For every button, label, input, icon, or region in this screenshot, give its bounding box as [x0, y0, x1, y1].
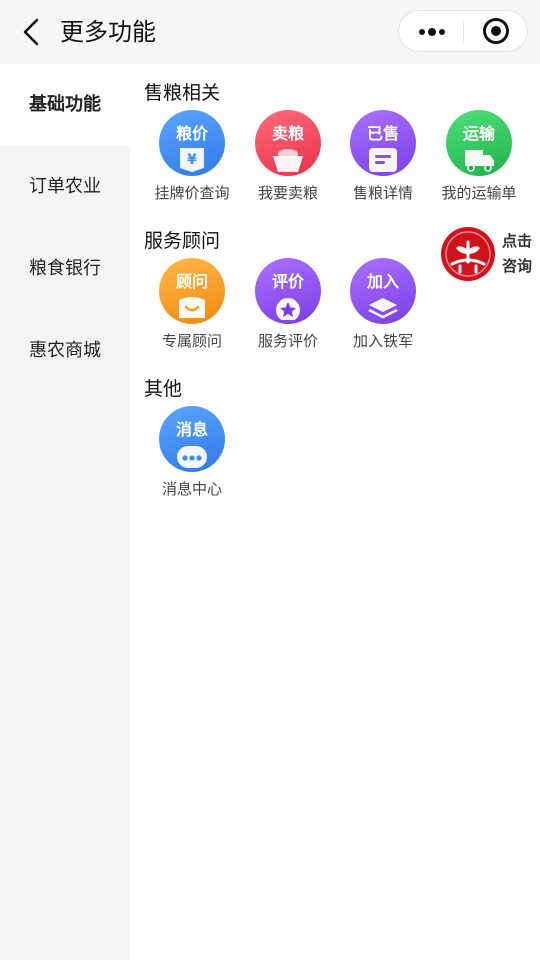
tile-advisor[interactable]: 顾问 专属顾问 [144, 258, 240, 358]
truck-icon: 运输 [446, 110, 512, 176]
sidebar-item-basic[interactable]: 基础功能 [0, 64, 130, 146]
section-title-sell-grain: 售粮相关 [144, 82, 221, 104]
layers-icon: 加入 [350, 258, 416, 324]
section-title-advisor: 服务顾问 [144, 230, 221, 252]
tile-label: 我的运输单 [441, 184, 517, 202]
tile-label: 加入铁军 [352, 332, 413, 350]
tile-service-review[interactable]: 评价 服务评价 [240, 258, 336, 358]
chevron-left-icon[interactable] [18, 16, 44, 48]
capsule-divider [463, 21, 464, 43]
tile-sold-details[interactable]: 已售 售粮详情 [335, 110, 431, 210]
top-bar: 更多功能 [0, 0, 540, 64]
consult-button[interactable]: 点击 咨询 [440, 224, 540, 284]
tile-transport[interactable]: 运输 我的运输单 [431, 110, 527, 210]
svg-text:¥: ¥ [187, 152, 197, 168]
more-dots-icon[interactable] [399, 11, 463, 51]
advisor-person-icon: 顾问 [159, 258, 225, 324]
page-title: 更多功能 [60, 18, 156, 46]
tile-price-query[interactable]: 粮价 ¥ 挂牌价查询 [144, 110, 240, 210]
section-title-other: 其他 [144, 378, 183, 400]
consult-label-line2: 咨询 [502, 257, 533, 275]
price-yen-icon: 粮价 ¥ [159, 110, 225, 176]
star-badge-icon: 评价 [255, 258, 321, 324]
grain-basket-icon: 卖粮 [255, 110, 321, 176]
wheat-logo-icon [441, 227, 495, 281]
consult-label: 点击 咨询 [502, 229, 538, 279]
target-close-icon[interactable] [465, 11, 527, 51]
sidebar-item-mall[interactable]: 惠农商城 [0, 310, 130, 392]
sidebar-item-order-agriculture[interactable]: 订单农业 [0, 146, 130, 228]
tile-join-team[interactable]: 加入 加入铁军 [335, 258, 431, 358]
chat-bubble-icon: 消息 [159, 406, 225, 472]
sidebar: 基础功能 订单农业 粮食银行 惠农商城 [0, 64, 130, 960]
tile-sell-grain[interactable]: 卖粮 我要卖粮 [240, 110, 336, 210]
consult-label-line1: 点击 [502, 232, 533, 250]
mini-program-capsule [398, 10, 528, 52]
document-icon: 已售 [350, 110, 416, 176]
tile-message-center[interactable]: 消息 消息中心 [144, 406, 240, 506]
sidebar-item-grain-bank[interactable]: 粮食银行 [0, 228, 130, 310]
tile-label: 消息中心 [161, 480, 222, 498]
